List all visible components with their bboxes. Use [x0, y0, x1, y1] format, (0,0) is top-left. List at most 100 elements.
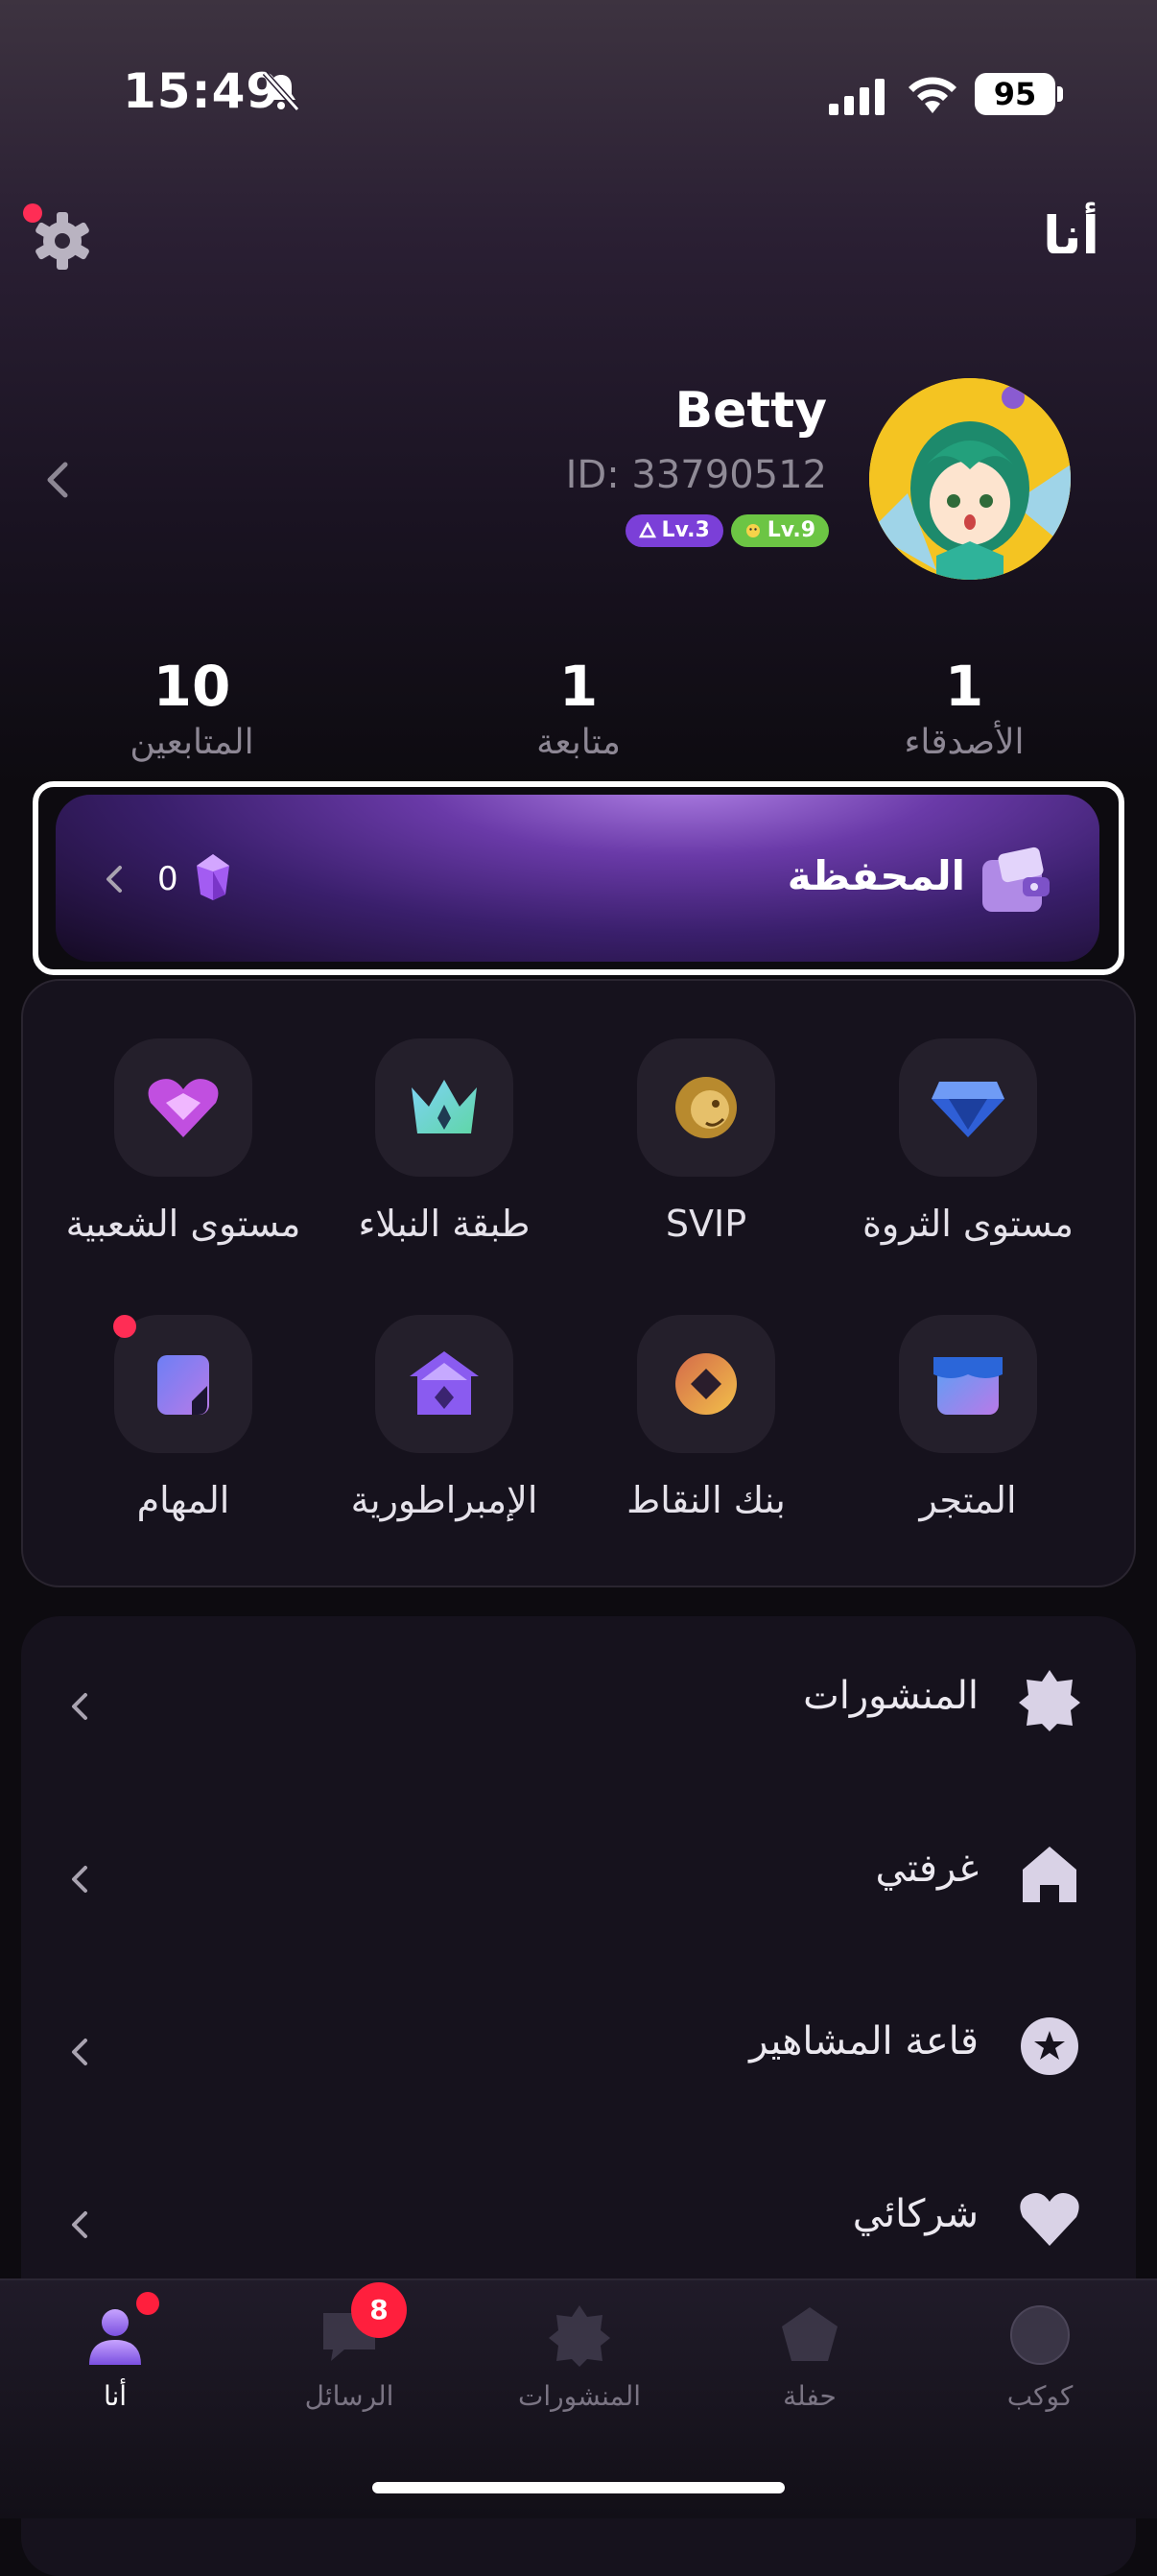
battery-tip [1057, 86, 1063, 102]
tab-party[interactable]: حفلة [695, 2302, 925, 2412]
followers-count: 10 [153, 654, 231, 719]
following-label: متابعة [536, 723, 621, 762]
diamond-icon [932, 1082, 1004, 1137]
feature-label: بنك النقاط [626, 1479, 786, 1521]
menu-item-label: المنشورات [803, 1674, 979, 1718]
feature-tasks[interactable]: المهام [54, 1315, 313, 1524]
feature-nobility[interactable]: طبقة النبلاء [315, 1038, 574, 1248]
tasks-icon [157, 1355, 209, 1415]
feature-label: المهام [136, 1479, 230, 1521]
feature-icon-container [637, 1315, 775, 1453]
profile-icon [89, 2309, 141, 2365]
status-time: 15:49 [123, 63, 281, 119]
smile-icon [745, 524, 760, 537]
lion-icon [675, 1077, 737, 1138]
menu-item-posts[interactable]: المنشورات [21, 1620, 1136, 1793]
chevron-left-icon [72, 2039, 87, 2065]
menu-item-label: قاعة المشاهير [749, 2019, 979, 2063]
triangle-icon [638, 522, 656, 538]
charm-level-badge: Lv.9 [730, 514, 829, 547]
feature-label: المتجر [919, 1479, 1017, 1521]
feature-label: SVIP [665, 1203, 747, 1245]
messages-unread-badge: 8 [351, 2282, 407, 2338]
followers-label: المتابعين [130, 723, 254, 762]
feature-wealth-level[interactable]: مستوى الثروة [838, 1038, 1098, 1248]
tab-label: حفلة [783, 2380, 837, 2412]
menu-item-my-room[interactable]: غرفتي [21, 1793, 1136, 1966]
menu-item-label: غرفتي [875, 1847, 979, 1891]
feature-empire[interactable]: الإمبراطورية [315, 1315, 574, 1524]
level-badges: Lv.3 Lv.9 [625, 514, 829, 547]
tab-me[interactable]: أنا [0, 2302, 230, 2412]
feature-label: طبقة النبلاء [358, 1203, 531, 1245]
cellular-signal-icon [829, 79, 885, 115]
me-notification-dot [136, 2292, 159, 2315]
feature-icon-container [899, 1315, 1037, 1453]
wallet-title: المحفظة [787, 852, 965, 899]
settings-notification-dot [23, 203, 42, 223]
tab-label: الرسائل [304, 2380, 394, 2412]
charm-level-label: Lv.9 [767, 518, 815, 542]
feature-points-bank[interactable]: بنك النقاط [577, 1315, 836, 1524]
crown-icon [412, 1080, 477, 1133]
wallet-balance: 0 [157, 860, 178, 898]
chevron-left-icon [72, 1693, 87, 1720]
feature-icon-container [114, 1038, 252, 1177]
home-indicator [372, 2482, 785, 2493]
profile-id: ID: 33790512 [565, 453, 827, 497]
following-stat[interactable]: 1 متابعة [435, 653, 722, 766]
feature-icon-container [375, 1315, 513, 1453]
planet-icon [1010, 2305, 1070, 2365]
feature-label: مستوى الثروة [862, 1203, 1074, 1245]
menu-item-hall-of-fame[interactable]: قاعة المشاهير [21, 1966, 1136, 2138]
profile-name: Betty [674, 382, 827, 440]
gear-icon[interactable] [33, 211, 92, 271]
feature-svip[interactable]: SVIP [577, 1038, 836, 1248]
feature-icon-container [114, 1315, 252, 1453]
friends-count: 1 [944, 654, 984, 719]
battery-level: 95 [975, 73, 1055, 115]
chevron-left-icon[interactable] [40, 451, 75, 509]
feature-icon-container [637, 1038, 775, 1177]
store-icon [933, 1357, 1003, 1415]
chevron-left-icon [72, 2211, 87, 2238]
feature-store[interactable]: المتجر [838, 1315, 1098, 1524]
following-count: 1 [558, 654, 599, 719]
feature-label: مستوى الشعبية [65, 1203, 301, 1245]
chevron-left-icon[interactable] [104, 862, 125, 896]
tasks-notification-dot [113, 1315, 136, 1338]
tab-label: المنشورات [517, 2380, 642, 2412]
empire-icon [410, 1351, 479, 1415]
tab-label: أنا [103, 2380, 128, 2412]
wealth-level-badge: Lv.3 [625, 514, 723, 547]
tab-messages[interactable]: الرسائل [234, 2302, 464, 2412]
avatar[interactable] [869, 378, 1071, 580]
feature-icon-container [375, 1038, 513, 1177]
star-badge-icon [1019, 1670, 1080, 1731]
chevron-left-icon [72, 1866, 87, 1893]
wallet-icon [982, 847, 1050, 912]
feature-label: الإمبراطورية [350, 1479, 538, 1521]
wealth-level-label: Lv.3 [661, 518, 710, 542]
anime-avatar-image [869, 378, 1071, 580]
friends-stat[interactable]: 1 الأصدقاء [820, 653, 1108, 766]
home-icon [1023, 1847, 1076, 1902]
purple-gem-icon [197, 854, 229, 900]
friends-label: الأصدقاء [904, 723, 1025, 762]
feature-popularity-level[interactable]: مستوى الشعبية [54, 1038, 313, 1248]
feature-icon-container [899, 1038, 1037, 1177]
wifi-icon [909, 77, 956, 113]
tab-label: كوكب [1006, 2380, 1074, 2412]
posts-icon [549, 2305, 610, 2367]
star-circle-icon [1021, 2017, 1078, 2075]
page-title: أنا [1042, 205, 1099, 266]
tab-posts[interactable]: المنشورات [464, 2302, 695, 2412]
party-icon [782, 2307, 838, 2361]
heart-icon [1020, 2193, 1079, 2246]
menu-item-label: شركائي [852, 2192, 979, 2236]
tab-planet[interactable]: كوكب [925, 2302, 1155, 2412]
silent-bell-icon [262, 70, 300, 112]
heart-badge-icon [148, 1079, 219, 1137]
followers-stat[interactable]: 10 المتابعين [48, 653, 336, 766]
points-coin-icon [675, 1353, 737, 1415]
